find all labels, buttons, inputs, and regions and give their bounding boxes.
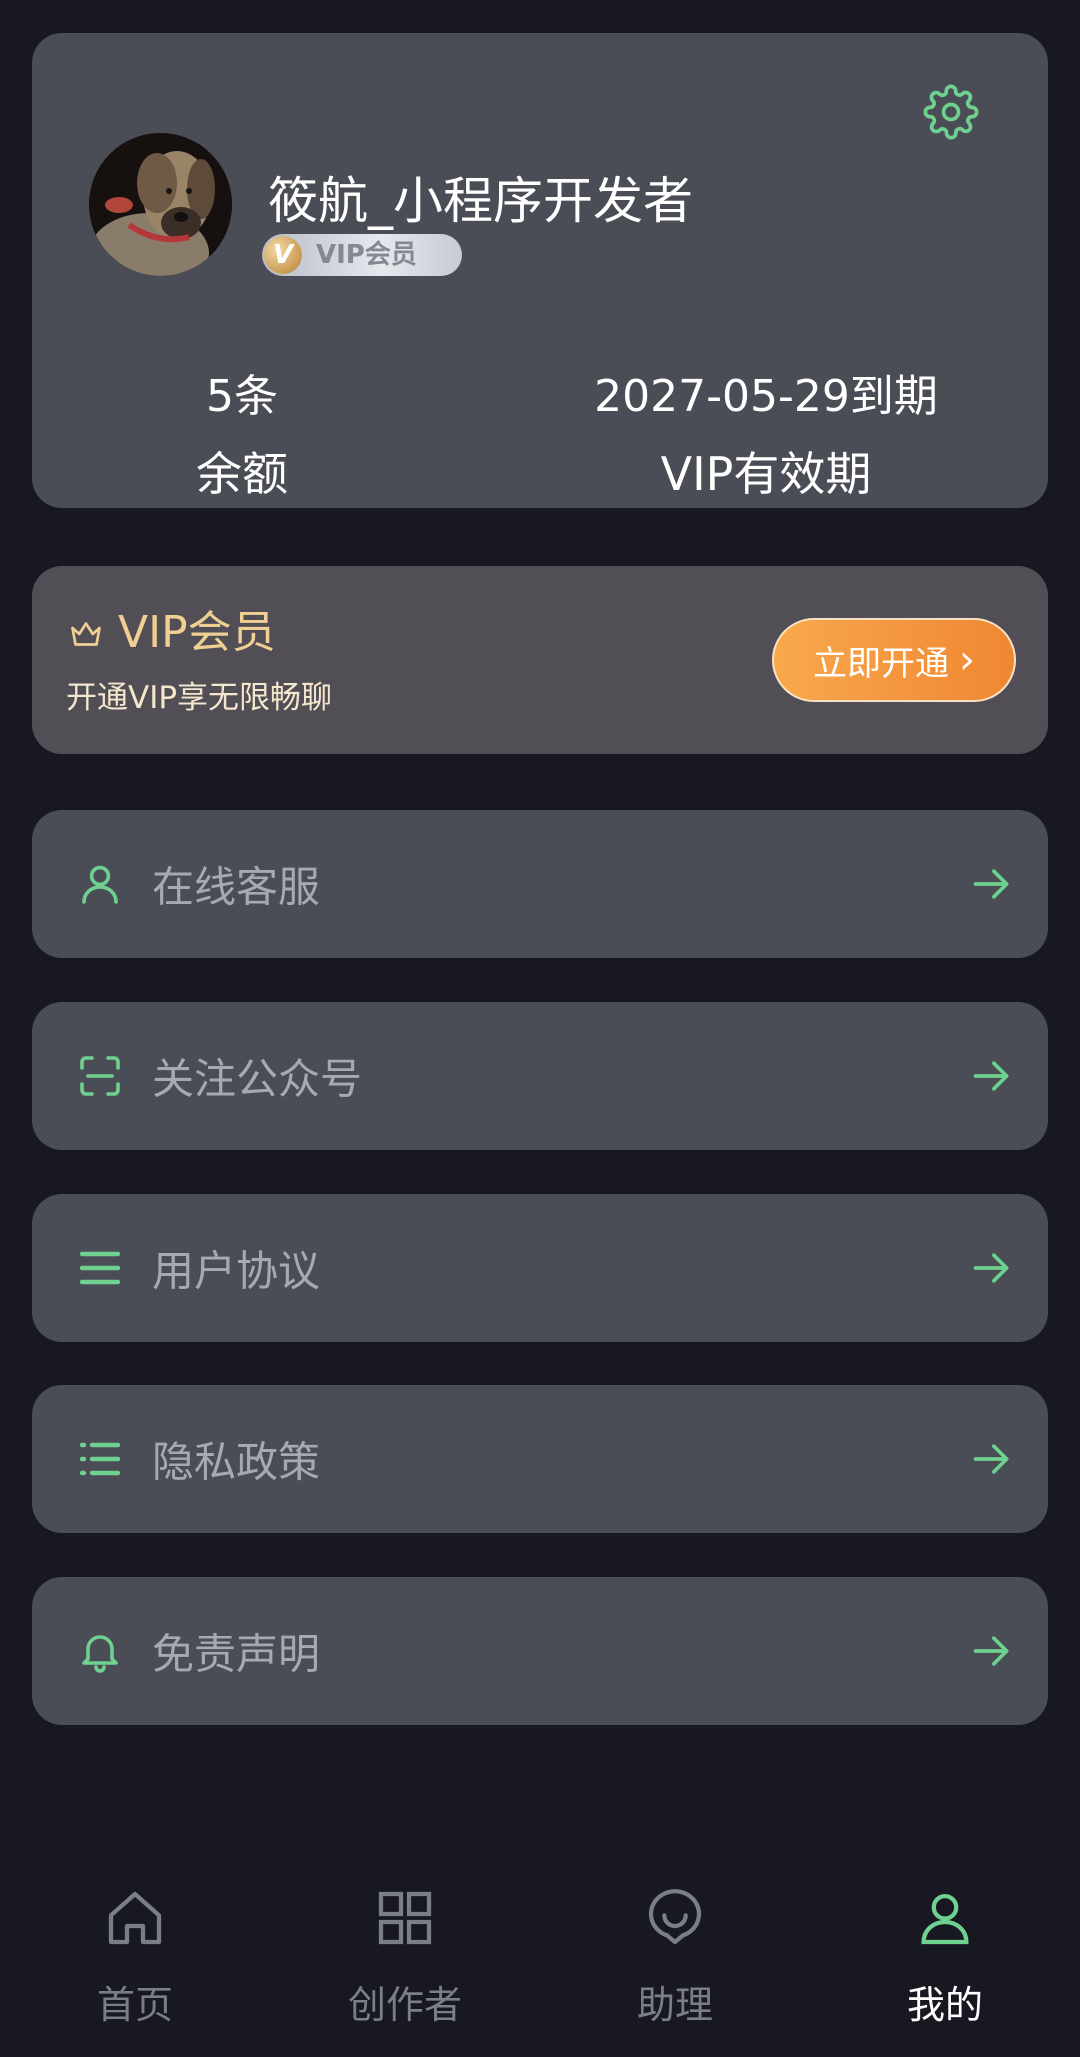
- open-vip-button[interactable]: 立即开通 ›: [772, 618, 1016, 702]
- bottom-tab-bar: 首页 创作者 助理 我的: [0, 1862, 1080, 2057]
- vip-badge-label: VIP会员: [316, 240, 417, 270]
- arrow-right-icon: [973, 1636, 1009, 1666]
- user-icon: [82, 865, 118, 904]
- arrow-right-icon: [973, 1253, 1009, 1283]
- tab-home[interactable]: 首页: [35, 1862, 235, 2057]
- arrow-right-icon: [973, 869, 1009, 899]
- username: 筱航_小程序开发者: [268, 172, 693, 230]
- balance-label: 余额: [196, 447, 288, 501]
- tab-creators[interactable]: 创作者: [305, 1862, 505, 2057]
- grid-icon: [378, 1891, 432, 1945]
- tab-label: 我的: [906, 1983, 983, 2027]
- vip-coin-icon: V: [264, 236, 302, 274]
- menu-item-label: 免责声明: [152, 1629, 321, 1679]
- menu-item-follow-official-account[interactable]: 关注公众号: [32, 1002, 1048, 1150]
- vip-expiry-value: 2027-05-29到期: [594, 371, 938, 422]
- menu-item-online-service[interactable]: 在线客服: [32, 810, 1048, 958]
- menu-lines-icon: [79, 1251, 121, 1285]
- menu-item-label: 用户协议: [152, 1246, 321, 1296]
- vip-promo-subtitle: 开通VIP享无限畅聊: [66, 680, 333, 716]
- avatar[interactable]: [89, 133, 232, 276]
- menu-item-label: 在线客服: [152, 862, 321, 912]
- gear-icon: [923, 84, 979, 140]
- vip-expiry-label: VIP有效期: [660, 447, 872, 501]
- crown-icon: [71, 622, 101, 646]
- profile-icon: [921, 1894, 969, 1945]
- arrow-right-icon: [973, 1061, 1009, 1091]
- balance-value: 5条: [206, 371, 278, 422]
- tab-label: 创作者: [347, 1983, 462, 2027]
- profile-card: 筱航_小程序开发者 V VIP会员 5条 余额 2027-05-29到期 VIP…: [32, 33, 1048, 508]
- menu-item-label: 关注公众号: [152, 1054, 363, 1104]
- tab-assistant[interactable]: 助理: [575, 1862, 775, 2057]
- tab-label: 助理: [636, 1983, 713, 2027]
- menu-item-privacy-policy[interactable]: 隐私政策: [32, 1385, 1048, 1533]
- arrow-right-icon: [973, 1444, 1009, 1474]
- open-vip-button-label: 立即开通: [813, 643, 949, 684]
- vip-promo-title: VIP会员: [118, 607, 276, 658]
- menu-item-disclaimer[interactable]: 免责声明: [32, 1577, 1048, 1725]
- settings-button[interactable]: [916, 77, 986, 147]
- vip-member-badge: V VIP会员: [262, 234, 462, 276]
- scan-icon: [80, 1056, 120, 1096]
- tab-label: 首页: [96, 1983, 173, 2027]
- chevron-right-icon: ›: [959, 637, 975, 683]
- dog-avatar-image: [89, 133, 232, 276]
- profile-page: 筱航_小程序开发者 V VIP会员 5条 余额 2027-05-29到期 VIP…: [0, 0, 1080, 2057]
- chat-bubble-icon: [648, 1889, 702, 1945]
- menu-item-user-agreement[interactable]: 用户协议: [32, 1194, 1048, 1342]
- vip-expiry-stat: 2027-05-29到期 VIP有效期: [566, 367, 966, 505]
- bell-icon: [82, 1635, 118, 1673]
- list-icon: [79, 1442, 121, 1476]
- vip-promo-card: VIP会员 开通VIP享无限畅聊 立即开通 ›: [32, 566, 1048, 754]
- menu-item-label: 隐私政策: [152, 1437, 321, 1487]
- tab-mine[interactable]: 我的: [845, 1862, 1045, 2057]
- balance-stat: 5条 余额: [137, 367, 347, 505]
- home-icon: [108, 1891, 162, 1945]
